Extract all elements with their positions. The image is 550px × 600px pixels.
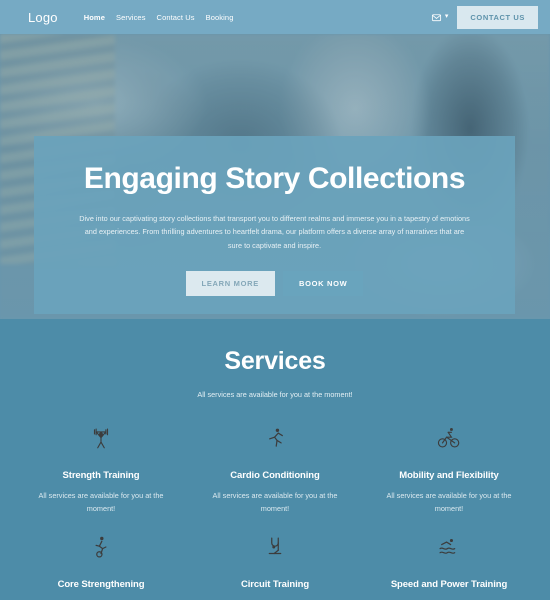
running-icon bbox=[198, 421, 352, 455]
logo[interactable]: Logo bbox=[28, 10, 58, 25]
weightlifter-icon bbox=[24, 421, 178, 455]
book-now-button[interactable]: BOOK NOW bbox=[282, 271, 364, 297]
service-card-mobility-and-flexibility[interactable]: Mobility and Flexibility All services ar… bbox=[362, 421, 536, 516]
service-name: Core Strengthening bbox=[57, 578, 145, 590]
page-root: Logo Home Services Contact Us Booking ▾ … bbox=[0, 0, 550, 600]
chevron-down-icon[interactable]: ▾ bbox=[445, 13, 449, 20]
cart-icon[interactable] bbox=[431, 12, 442, 23]
services-grid: Strength Training All services are avail… bbox=[0, 421, 550, 600]
site-header: Logo Home Services Contact Us Booking ▾ … bbox=[0, 0, 550, 34]
learn-more-button[interactable]: LEARN MORE bbox=[185, 271, 275, 297]
hero-subtitle: Dive into our captivating story collecti… bbox=[79, 214, 470, 250]
service-name: Mobility and Flexibility bbox=[399, 470, 499, 481]
cart-dropdown[interactable]: ▾ bbox=[431, 12, 449, 23]
hero-button-group: LEARN MORE BOOK NOW bbox=[78, 271, 471, 297]
service-card-circuit-training[interactable]: Circuit Training All services are availa… bbox=[188, 530, 362, 600]
services-title: Services bbox=[224, 347, 326, 375]
services-subtitle: All services are available for you at th… bbox=[197, 390, 353, 399]
services-section: Services All services are available for … bbox=[0, 319, 550, 600]
header-actions: ▾ CONTACT US bbox=[431, 5, 538, 29]
service-description: All services are available for you at th… bbox=[212, 491, 338, 513]
hero-content-panel: Engaging Story Collections Dive into our… bbox=[34, 136, 515, 314]
service-description: All services are available for you at th… bbox=[38, 491, 164, 513]
service-description: All services are available for you at th… bbox=[386, 491, 512, 513]
hero-title: Engaging Story Collections bbox=[83, 162, 466, 195]
swimmer-icon bbox=[372, 530, 526, 564]
contact-us-button[interactable]: CONTACT US bbox=[457, 5, 538, 29]
nav-item-home[interactable]: Home bbox=[84, 13, 105, 22]
nav-item-booking[interactable]: Booking bbox=[206, 13, 234, 22]
service-card-core-strengthening[interactable]: Core Strengthening All services are avai… bbox=[14, 530, 188, 600]
service-name: Circuit Training bbox=[240, 578, 310, 590]
bicycle-icon bbox=[372, 421, 526, 455]
main-navigation: Home Services Contact Us Booking bbox=[84, 13, 234, 22]
service-card-cardio-conditioning[interactable]: Cardio Conditioning All services are ava… bbox=[188, 421, 362, 516]
gymnast-icon bbox=[198, 530, 352, 564]
nav-item-contact-us[interactable]: Contact Us bbox=[157, 13, 195, 22]
service-name: Speed and Power Training bbox=[390, 578, 508, 590]
nav-item-services[interactable]: Services bbox=[116, 13, 146, 22]
service-card-strength-training[interactable]: Strength Training All services are avail… bbox=[14, 421, 188, 516]
service-name: Strength Training bbox=[62, 470, 140, 481]
service-card-speed-and-power-training[interactable]: Speed and Power Training All services ar… bbox=[362, 530, 536, 600]
service-name: Cardio Conditioning bbox=[230, 470, 320, 481]
soccer-player-icon bbox=[24, 530, 178, 564]
hero-section: Engaging Story Collections Dive into our… bbox=[0, 34, 550, 319]
